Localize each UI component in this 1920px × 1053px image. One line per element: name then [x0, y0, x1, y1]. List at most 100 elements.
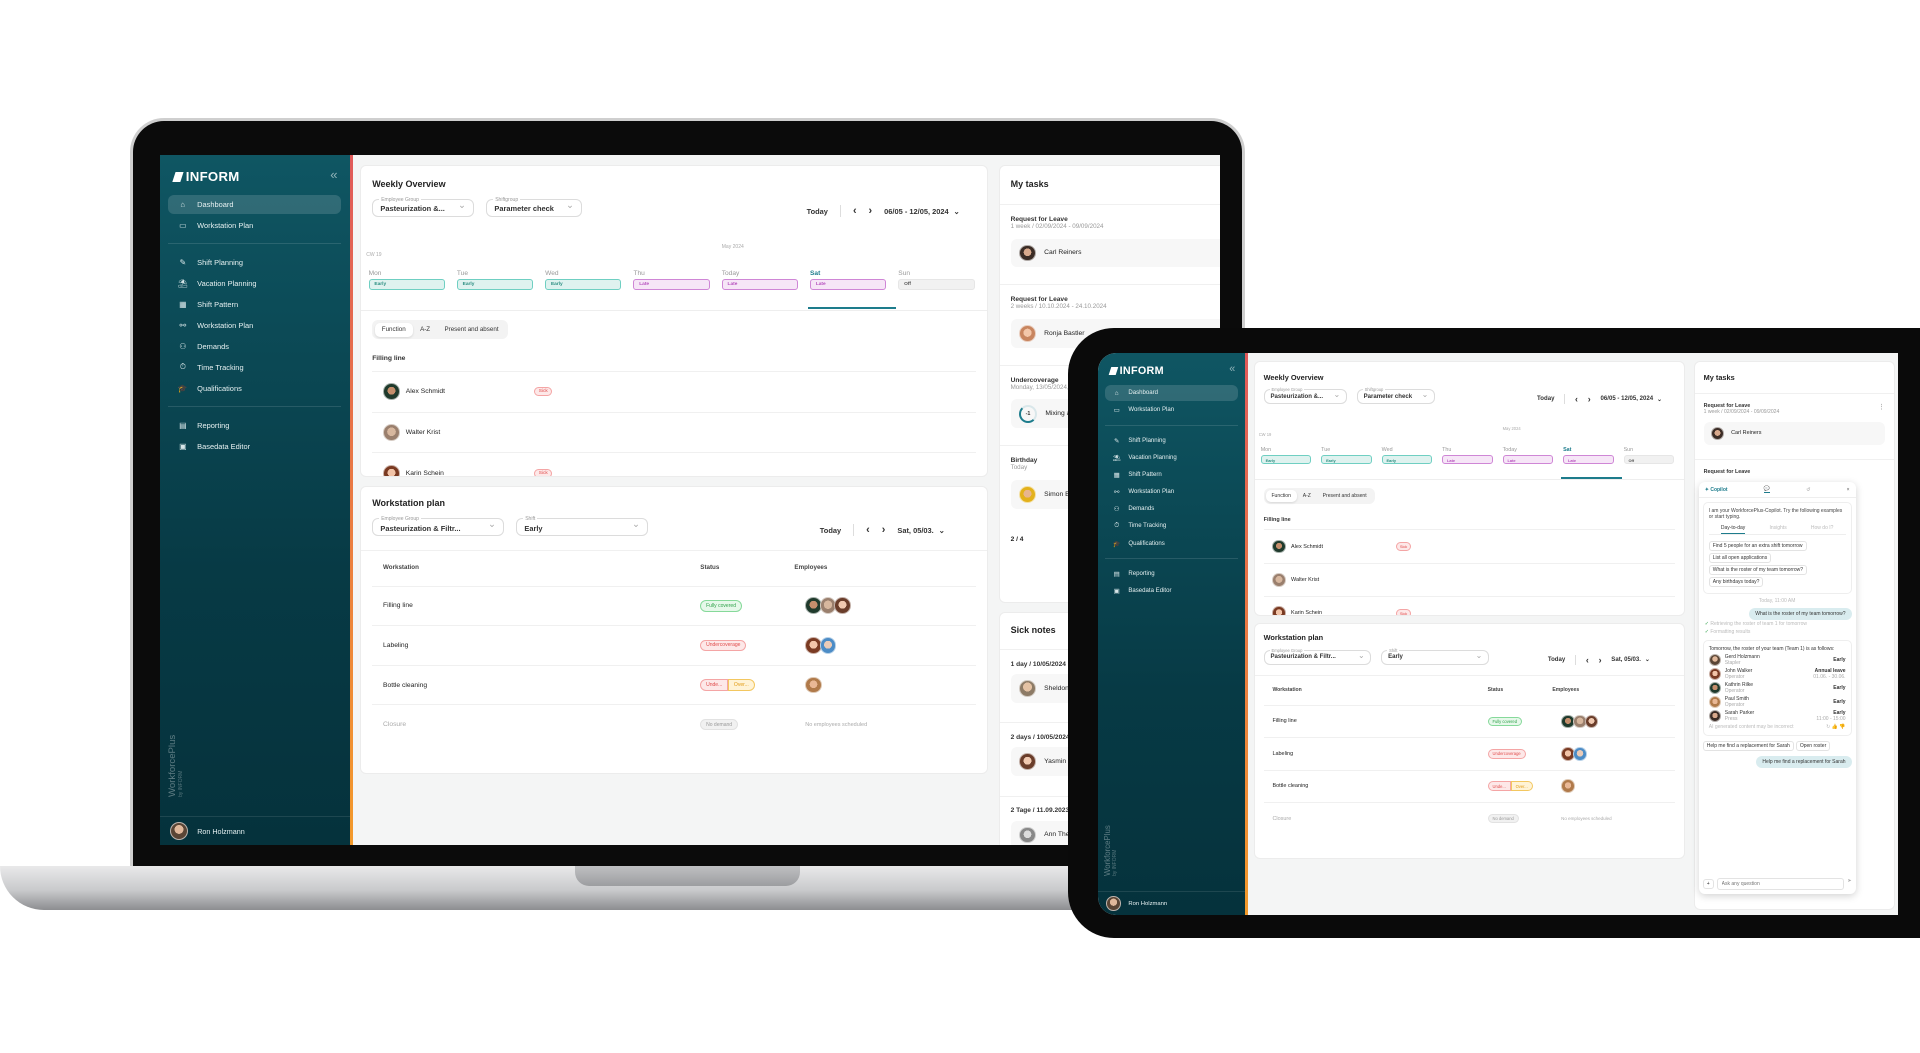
sidebar-item-vacation-planning[interactable]: ⛱ Vacation Planning — [1105, 450, 1238, 466]
sidebar-item-workstation-plan[interactable]: ⚯ Workstation Plan — [1105, 484, 1238, 500]
column-header-employees[interactable]: Employees — [1552, 687, 1579, 693]
sidebar-item-qualifications[interactable]: 🎓 Qualifications — [1105, 536, 1238, 552]
day-column[interactable]: Thu Late — [1442, 447, 1493, 464]
action-chip[interactable]: Help me find a replacement for Sarah — [1702, 741, 1794, 752]
chevron-left-icon[interactable]: ‹ — [853, 205, 857, 217]
workstation-row[interactable]: Bottle cleaning Unde... Over... — [1263, 769, 1676, 802]
workstation-row[interactable]: Bottle cleaning Unde... Over... — [372, 664, 977, 705]
copilot-tab-2[interactable]: How do I? — [1811, 525, 1834, 534]
tab-present-and-absent[interactable]: Present and absent — [1317, 490, 1373, 502]
add-icon[interactable]: + — [1702, 878, 1714, 889]
column-header-status[interactable]: Status — [1488, 687, 1504, 693]
workstation-row[interactable]: Labeling Undercoverage — [1263, 737, 1676, 769]
day-column[interactable]: Tue Early — [456, 270, 534, 291]
employee-row[interactable]: Alex Schmidt Sick — [1263, 529, 1676, 562]
shiftgroup-select[interactable]: Shiftgroup Parameter check ⌄ — [486, 196, 583, 218]
day-column[interactable]: Sun Off — [1623, 447, 1675, 464]
day-column[interactable]: Sun Off — [898, 270, 975, 291]
sidebar-item-reporting[interactable]: ▤ Reporting — [168, 415, 341, 434]
sidebar-item-reporting[interactable]: ▤ Reporting — [1105, 566, 1238, 582]
sidebar-item-time-tracking[interactable]: ⏱ Time Tracking — [168, 357, 341, 376]
chevron-right-icon[interactable]: › — [869, 205, 873, 217]
double-chevron-left-icon[interactable]: « — [1229, 363, 1235, 375]
day-column[interactable]: Today Late — [721, 270, 798, 291]
chat-icon[interactable]: 💬 — [1763, 486, 1770, 494]
day-column[interactable]: Sat Late — [1563, 447, 1614, 464]
tab-function[interactable]: Function — [1265, 490, 1297, 503]
employee-group-select[interactable]: Employee Group Pasteurization & Filtr... ⌄ — [372, 515, 505, 537]
day-column[interactable]: Tue Early — [1321, 447, 1372, 464]
sidebar-item-workstation-plan[interactable]: ⚯ Workstation Plan — [168, 316, 341, 335]
day-column[interactable]: Mon Early — [1260, 447, 1312, 464]
day-column[interactable]: Mon Early — [368, 270, 445, 291]
chevron-right-icon[interactable]: › — [1588, 394, 1591, 404]
employee-row[interactable]: Alex Schmidt Sick — [372, 370, 977, 412]
employee-group-select[interactable]: Employee Group Pasteurization &... ⌄ — [1263, 387, 1347, 404]
date-range-picker[interactable]: Sat, 05/03. — [897, 526, 933, 535]
tab-a-z[interactable]: A-Z — [413, 323, 437, 337]
sidebar-item-shift-planning[interactable]: ✎ Shift Planning — [168, 253, 341, 272]
workstation-row[interactable]: Closure No demand No employees scheduled — [1263, 801, 1676, 834]
column-header-employees[interactable]: Employees — [794, 564, 827, 571]
day-column[interactable]: Thu Late — [633, 270, 710, 291]
date-range-picker[interactable]: 06/05 - 12/05, 2024 — [1601, 396, 1654, 402]
employee-group-select[interactable]: Employee Group Pasteurization & Filtr... ⌄ — [1263, 648, 1372, 665]
avatar[interactable] — [1572, 746, 1587, 761]
today-button[interactable]: Today — [820, 526, 841, 535]
send-icon[interactable]: ➤ — [1847, 878, 1851, 890]
workstation-row[interactable]: Filling line Fully covered — [1263, 704, 1676, 737]
tab-a-z[interactable]: A-Z — [1297, 490, 1317, 502]
suggestion-chip[interactable]: List all open applications — [1708, 552, 1846, 564]
sidebar-item-vacation-planning[interactable]: ⛱ Vacation Planning — [168, 274, 341, 293]
user-profile[interactable]: Ron Holzmann — [1098, 891, 1245, 915]
today-button[interactable]: Today — [807, 207, 828, 216]
workstation-row[interactable]: Closure No demand No employees scheduled — [372, 704, 977, 744]
task-item[interactable]: Request for Leave 1 week / 02/09/2024 - 0… — [1694, 393, 1894, 459]
shiftgroup-select[interactable]: Shiftgroup Parameter check ⌄ — [1356, 387, 1436, 404]
today-button[interactable]: Today — [1548, 657, 1565, 663]
avatar[interactable] — [834, 597, 851, 615]
sidebar-item-dashboard[interactable]: ⌂ Dashboard — [1104, 385, 1239, 401]
sidebar-item-time-tracking[interactable]: ⏱ Time Tracking — [1105, 519, 1238, 535]
chat-input[interactable] — [1716, 877, 1845, 890]
double-chevron-left-icon[interactable]: « — [330, 167, 337, 182]
task-item[interactable]: Request for Leave 1 week / 02/09/2024 - 0… — [999, 203, 1220, 284]
today-button[interactable]: Today — [1537, 396, 1554, 402]
workstation-row[interactable]: Labeling Undercoverage — [372, 625, 977, 665]
suggestion-chip[interactable]: Any birthdays today? — [1708, 576, 1846, 588]
shift-select[interactable]: Shift Early ⌄ — [516, 515, 649, 537]
day-column[interactable]: Wed Early — [545, 270, 622, 291]
sidebar-item-demands[interactable]: ⚇ Demands — [168, 336, 341, 355]
employee-row[interactable]: Karin Schein Sick — [372, 452, 977, 476]
day-column[interactable]: Sat Late — [810, 270, 887, 291]
sidebar-item-shift-pattern[interactable]: ▦ Shift Pattern — [1105, 467, 1238, 483]
workstation-row[interactable]: Filling line Fully covered — [372, 585, 977, 626]
employee-row[interactable]: Karin Schein Sick — [1263, 596, 1676, 615]
column-header-workstation[interactable]: Workstation — [1272, 687, 1301, 693]
chevron-left-icon[interactable]: ‹ — [1575, 394, 1578, 404]
chevron-right-icon[interactable]: › — [1599, 655, 1602, 665]
suggestion-chip[interactable]: What is the roster of my team tomorrow? — [1708, 564, 1846, 576]
employee-row[interactable]: Walter Krist — [372, 411, 977, 453]
chevron-left-icon[interactable]: ‹ — [1586, 655, 1589, 665]
tab-present-and-absent[interactable]: Present and absent — [437, 323, 505, 337]
employee-group-select[interactable]: Employee Group Pasteurization &... ⌄ — [372, 196, 475, 218]
suggestion-chip[interactable]: Find 5 people for an extra shift tomorro… — [1708, 540, 1846, 552]
more-options-icon[interactable]: ⋮ — [1878, 403, 1885, 411]
avatar[interactable] — [1561, 779, 1575, 794]
column-header-workstation[interactable]: Workstation — [383, 564, 419, 571]
sidebar-item-qualifications[interactable]: 🎓 Qualifications — [168, 378, 341, 397]
close-icon[interactable]: × — [1847, 487, 1850, 493]
day-column[interactable]: Today Late — [1502, 447, 1554, 464]
avatar[interactable] — [1584, 714, 1599, 729]
history-icon[interactable]: ↺ — [1806, 487, 1810, 493]
user-profile[interactable]: Ron Holzmann — [160, 816, 350, 845]
sidebar-item-dashboard[interactable]: ⌂ Dashboard — [168, 194, 342, 214]
chevron-right-icon[interactable]: › — [882, 524, 886, 536]
shift-select[interactable]: Shift Early ⌄ — [1381, 648, 1490, 665]
chevron-left-icon[interactable]: ‹ — [866, 524, 870, 536]
copilot-tab-0[interactable]: Day-to-day — [1720, 525, 1746, 535]
sidebar-item-workstation-plan[interactable]: ▭ Workstation Plan — [168, 216, 341, 235]
sidebar-item-demands[interactable]: ⚇ Demands — [1105, 501, 1238, 517]
date-range-picker[interactable]: 06/05 - 12/05, 2024 — [884, 207, 949, 216]
